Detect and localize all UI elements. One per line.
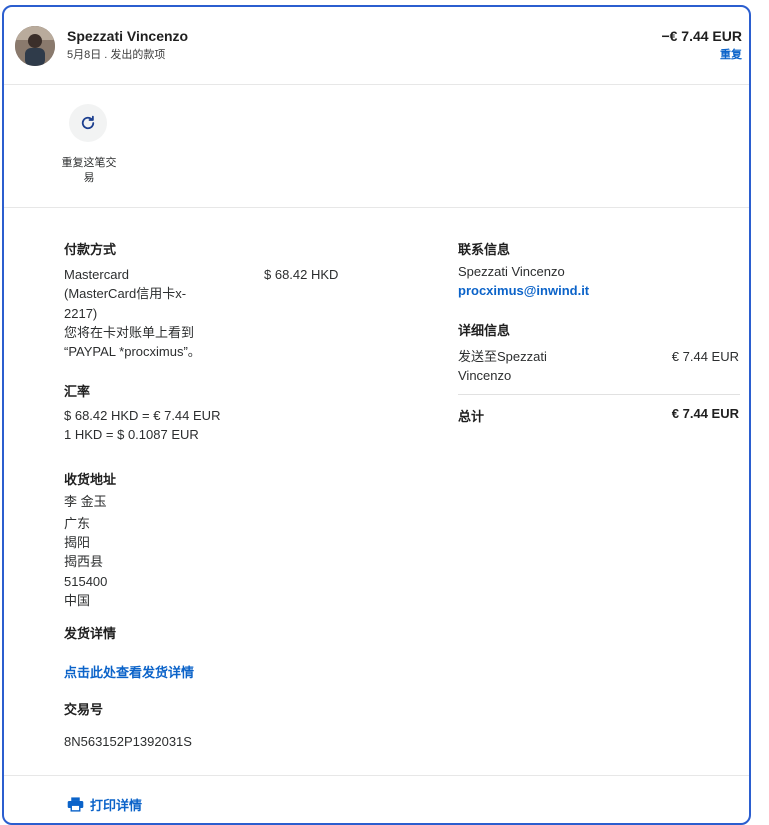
details-heading: 详细信息 bbox=[458, 323, 511, 338]
exchange-rate-line: 1 HKD = $ 0.1087 EUR bbox=[64, 427, 199, 442]
avatar bbox=[15, 26, 55, 66]
exchange-rate-heading: 汇率 bbox=[64, 384, 91, 399]
contact-info-heading: 联系信息 bbox=[458, 242, 511, 257]
payment-method-line: (MasterCard信用卡x- bbox=[64, 286, 187, 302]
payment-amount: $ 68.42 HKD bbox=[264, 267, 339, 282]
shipping-address-line: 广东 bbox=[64, 516, 91, 531]
total-amount: € 7.44 EUR bbox=[671, 406, 739, 421]
transaction-id-heading: 交易号 bbox=[64, 702, 104, 717]
details-item-label-line: 发送至Spezzati bbox=[458, 349, 547, 364]
transaction-id: 8N563152P1392031S bbox=[64, 734, 192, 749]
exchange-rate-line: $ 68.42 HKD = € 7.44 EUR bbox=[64, 408, 221, 423]
shipping-address-line: 揭阳 bbox=[64, 535, 91, 550]
delivery-details-link[interactable]: 点击此处查看发货详情 bbox=[64, 662, 194, 681]
contact-email-link[interactable]: procximus@inwind.it bbox=[458, 283, 589, 298]
repeat-link[interactable]: 重复 bbox=[720, 46, 742, 62]
shipping-address-line: 515400 bbox=[64, 574, 108, 589]
details-item-amount: € 7.44 EUR bbox=[671, 349, 739, 364]
payment-method-line: 您将在卡对账单上看到 bbox=[64, 324, 195, 340]
shipping-address-line: 李 金玉 bbox=[64, 494, 107, 509]
shipping-address-line: 揭西县 bbox=[64, 554, 104, 569]
shipping-address-heading: 收货地址 bbox=[64, 472, 117, 487]
total-label: 总计 bbox=[458, 409, 485, 424]
print-details-label: 打印详情 bbox=[90, 798, 143, 813]
transaction-amount: −€ 7.44 EUR bbox=[661, 28, 742, 44]
details-item-label: 发送至Spezzati Vincenzo bbox=[458, 347, 547, 386]
footer-divider bbox=[4, 775, 749, 776]
transaction-subtitle: 5月8日 . 发出的款项 bbox=[67, 49, 166, 61]
repeat-transaction-button[interactable] bbox=[69, 104, 107, 142]
refresh-icon bbox=[81, 115, 95, 130]
print-details-button[interactable]: 打印详情 bbox=[67, 795, 142, 814]
merchant-name: Spezzati Vincenzo bbox=[67, 28, 189, 44]
transaction-details-card: Spezzati Vincenzo 5月8日 . 发出的款项 −€ 7.44 E… bbox=[2, 5, 751, 825]
transaction-header: Spezzati Vincenzo 5月8日 . 发出的款项 −€ 7.44 E… bbox=[4, 7, 749, 85]
details-item-label-line: Vincenzo bbox=[458, 368, 512, 384]
printer-icon bbox=[67, 797, 84, 812]
payment-method-line: “PAYPAL *procximus”。 bbox=[64, 344, 201, 360]
payment-method-line: 2217) bbox=[64, 305, 98, 321]
contact-name: Spezzati Vincenzo bbox=[458, 264, 565, 279]
delivery-details-heading: 发货详情 bbox=[64, 626, 117, 641]
shipping-address-line: 中国 bbox=[64, 593, 91, 608]
details-divider bbox=[458, 394, 740, 395]
repeat-transaction-label: 重复这笔交易 bbox=[61, 157, 117, 184]
action-bar: 重复这笔交易 bbox=[4, 85, 749, 208]
payment-method-text: Mastercard (MasterCard信用卡x- 2217) 您将在卡对账… bbox=[64, 265, 224, 361]
payment-method-heading: 付款方式 bbox=[64, 242, 117, 257]
payment-method-line: Mastercard bbox=[64, 267, 130, 282]
